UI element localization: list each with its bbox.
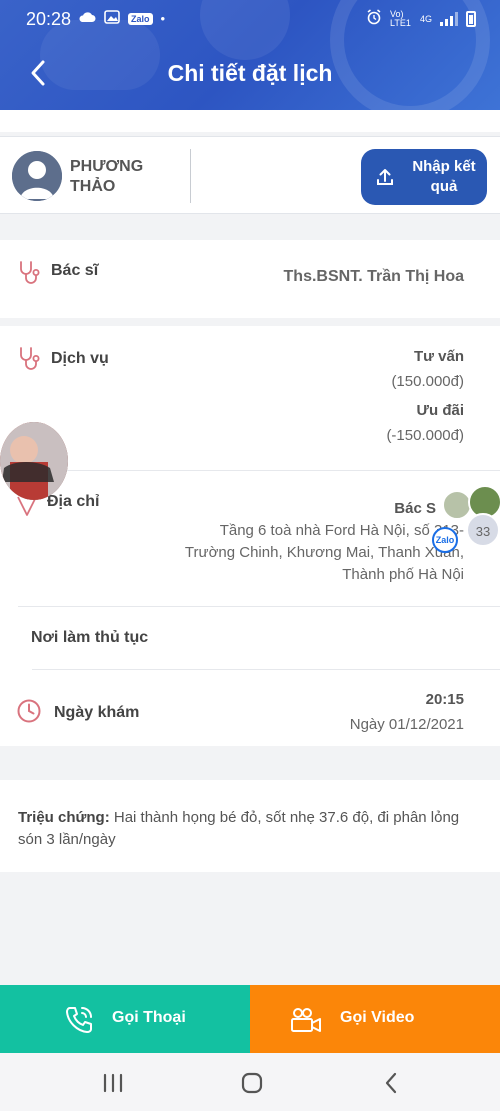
avatar [0,422,68,500]
discount-name: Ưu đãi [416,402,464,419]
avatar [12,151,62,201]
volte-label: Vo) LTE1 [389,8,411,28]
booking-detail: PHƯƠNG THẢO Nhập kết quả Bác sĩ Ths.BSNT… [0,110,500,985]
network-type: 4G [419,13,432,24]
appointment-label: Ngày khám [54,704,140,721]
appointment-date: Ngày 01/12/2021 [349,716,464,733]
address-line: Trường Chinh, Khương Mai, Thanh Xuân, [184,544,464,561]
divider [18,606,500,607]
doctor-name: Ths.BSNT. Trần Thị Hoa [283,268,464,285]
video-camera-icon [291,1008,321,1032]
photo-icon [104,10,120,27]
clinic-name: Bác S [394,500,436,517]
divider [18,470,500,471]
cloud-icon [78,11,96,26]
symptom-text-block: Triệu chứng: Hai thành họng bé đỏ, sốt n… [18,807,478,851]
alarm-icon [366,9,382,28]
action-bar: Gọi Thoại Gọi Video [0,985,500,1053]
zalo-icon: Zalo [432,527,458,553]
recent-apps-icon [103,1073,123,1093]
chat-head-bubble[interactable] [0,422,68,500]
symptom-section: Triệu chứng: Hai thành họng bé đỏ, sốt n… [0,780,500,872]
unread-count-badge: 33 [466,513,500,547]
page-title: Chi tiết đặt lịch [167,60,333,86]
symptom-label: Triệu chứng: [18,809,110,826]
address-line: Thành phố Hà Nội [342,566,464,583]
recent-apps-button[interactable] [98,1069,128,1097]
system-indicators: Vo) LTE1 4G [366,9,476,28]
zalo-icon: Zalo [128,12,153,25]
patient-row: PHƯƠNG THẢO Nhập kết quả [0,136,500,214]
clock-icon [17,699,41,723]
voice-call-label: Gọi Thoại [112,1009,186,1026]
details-section: Dịch vụ Tư vấn (150.000đ) Ưu đãi (-150.0… [0,326,500,746]
discount-price: (-150.000đ) [386,427,464,444]
upload-icon [375,167,395,192]
enter-results-button[interactable]: Nhập kết quả [361,149,487,205]
phone-icon [66,1007,92,1033]
procedure-label: Nơi làm thủ tục [31,629,149,646]
app-header: 20:28 Zalo • Vo) LTE1 4G Chi tiết đặt lị… [0,0,500,110]
stethoscope-icon [20,261,40,284]
chat-heads-group[interactable]: 33 Zalo [432,485,500,553]
top-spacer [0,110,500,132]
voice-call-button[interactable]: Gọi Thoại [0,985,250,1053]
enter-results-label: Nhập kết quả [412,158,476,195]
service-label: Dịch vụ [51,350,109,367]
video-call-button[interactable]: Gọi Video [250,985,500,1053]
dot-icon: • [160,11,166,26]
service-name: Tư vấn [413,348,464,365]
status-bar: 20:28 Zalo • Vo) LTE1 4G [0,0,500,36]
home-icon [241,1072,263,1094]
divider [32,669,500,670]
home-button[interactable] [237,1069,267,1097]
stethoscope-icon [20,347,40,370]
system-nav-bar [0,1053,500,1111]
doctor-section: Bác sĩ Ths.BSNT. Trần Thị Hoa [0,240,500,318]
battery-icon [466,10,476,27]
signal-icon [440,11,458,26]
divider [190,149,191,203]
video-call-label: Gọi Video [340,1009,415,1026]
address-label: Địa chỉ [47,493,100,510]
service-price: (150.000đ) [391,373,464,390]
status-time: 20:28 [26,9,72,29]
address-line: Tầng 6 toà nhà Ford Hà Nội, số 313- [219,522,464,539]
notification-icons: Zalo • [78,10,165,27]
chevron-left-icon [385,1072,397,1094]
back-nav-button[interactable] [377,1069,407,1097]
doctor-label: Bác sĩ [51,262,99,279]
user-icon [12,151,62,201]
appointment-time: 20:15 [425,691,464,708]
patient-name: PHƯƠNG THẢO [70,158,144,195]
